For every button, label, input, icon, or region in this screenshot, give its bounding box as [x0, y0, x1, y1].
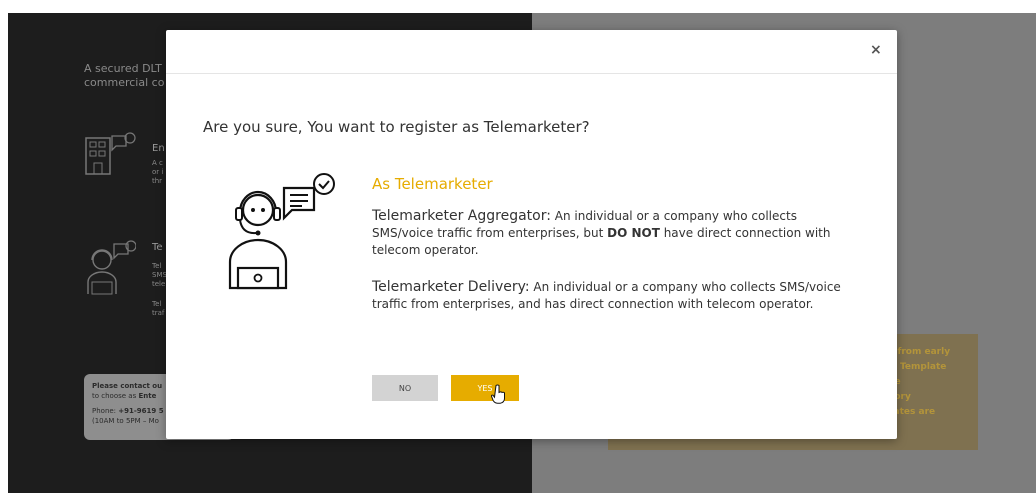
modal-overlay: × Are you sure, You want to register as … [0, 0, 1036, 493]
delivery-description: Telemarketer Delivery: An individual or … [372, 279, 862, 313]
yes-button[interactable]: YES [451, 375, 519, 401]
modal-subheading: As Telemarketer [372, 175, 493, 193]
delivery-term: Telemarketer Delivery: [372, 279, 530, 295]
telemarketer-headset-icon [228, 173, 335, 290]
modal-header: × [166, 30, 897, 74]
aggregator-description: Telemarketer Aggregator: An individual o… [372, 208, 862, 259]
aggregator-desc-bold: DO NOT [607, 226, 660, 240]
hand-pointer-icon [491, 384, 505, 404]
modal-title: Are you sure, You want to register as Te… [203, 118, 590, 136]
confirm-register-modal: × Are you sure, You want to register as … [166, 30, 897, 439]
no-button[interactable]: NO [372, 375, 438, 401]
close-button[interactable]: × [870, 42, 882, 58]
aggregator-term: Telemarketer Aggregator: [372, 208, 551, 224]
